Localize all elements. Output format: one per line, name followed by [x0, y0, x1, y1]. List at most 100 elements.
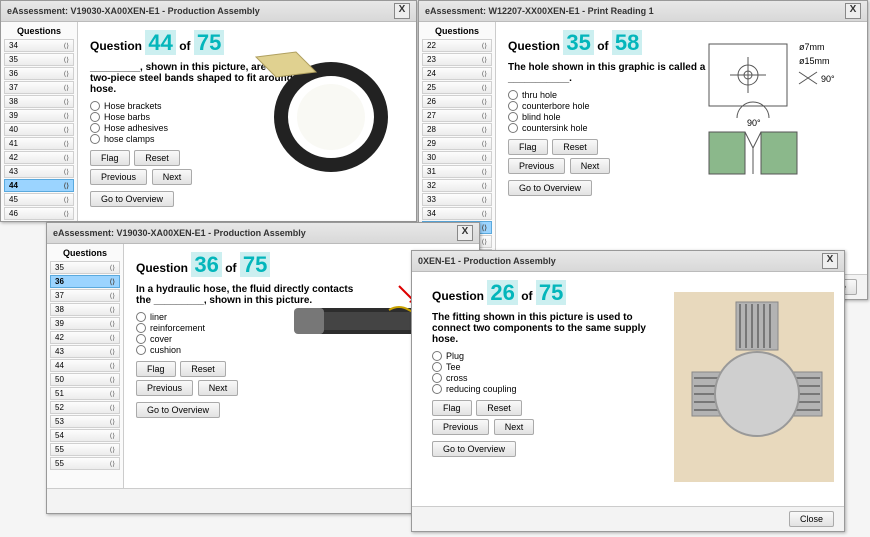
question-number: 41	[9, 139, 18, 148]
question-nav-item[interactable]: 39⟨⟩	[50, 317, 120, 330]
reset-button[interactable]: Reset	[180, 361, 226, 377]
question-number: 42	[9, 153, 18, 162]
question-nav-item[interactable]: 22⟨⟩	[422, 39, 492, 52]
status-icon: ⟨⟩	[64, 112, 69, 120]
question-nav-item[interactable]: 37⟨⟩	[4, 81, 74, 94]
reset-button[interactable]: Reset	[476, 400, 522, 416]
question-nav-item[interactable]: 33⟨⟩	[422, 193, 492, 206]
question-nav-item[interactable]: 51⟨⟩	[50, 387, 120, 400]
status-icon: ⟨⟩	[482, 224, 487, 232]
radio-icon	[508, 123, 518, 133]
svg-text:90°: 90°	[747, 118, 761, 128]
question-nav-item[interactable]: 23⟨⟩	[422, 53, 492, 66]
status-icon: ⟨⟩	[482, 84, 487, 92]
question-number: 39	[9, 111, 18, 120]
question-nav-item[interactable]: 38⟨⟩	[50, 303, 120, 316]
question-nav-item[interactable]: 41⟨⟩	[4, 137, 74, 150]
window-title: eAssessment: W12207-XX00XEN-E1 - Print R…	[425, 6, 654, 16]
previous-button[interactable]: Previous	[136, 380, 193, 396]
status-icon: ⟨⟩	[110, 432, 115, 440]
question-nav-item[interactable]: 44⟨⟩	[4, 179, 74, 192]
question-nav-item[interactable]: 52⟨⟩	[50, 401, 120, 414]
question-nav-item[interactable]: 55⟨⟩	[50, 457, 120, 470]
status-icon: ⟨⟩	[482, 238, 487, 246]
question-nav-item[interactable]: 43⟨⟩	[50, 345, 120, 358]
question-nav-item[interactable]: 35⟨⟩	[4, 53, 74, 66]
question-nav-item[interactable]: 54⟨⟩	[50, 429, 120, 442]
close-icon[interactable]: X	[394, 3, 410, 19]
current-number: 36	[191, 252, 221, 277]
question-nav-item[interactable]: 46⟨⟩	[4, 207, 74, 220]
flag-button[interactable]: Flag	[90, 150, 130, 166]
question-nav-item[interactable]: 31⟨⟩	[422, 165, 492, 178]
question-nav-item[interactable]: 28⟨⟩	[422, 123, 492, 136]
question-nav-item[interactable]: 27⟨⟩	[422, 109, 492, 122]
status-icon: ⟨⟩	[64, 56, 69, 64]
next-button[interactable]: Next	[152, 169, 193, 185]
question-number: 37	[9, 83, 18, 92]
status-icon: ⟨⟩	[482, 196, 487, 204]
question-number: 24	[427, 69, 436, 78]
question-nav-item[interactable]: 32⟨⟩	[422, 179, 492, 192]
question-nav-item[interactable]: 43⟨⟩	[4, 165, 74, 178]
question-number: 23	[427, 55, 436, 64]
question-nav-item[interactable]: 34⟨⟩	[422, 207, 492, 220]
radio-icon	[90, 112, 100, 122]
question-nav-item[interactable]: 42⟨⟩	[50, 331, 120, 344]
question-nav-item[interactable]: 38⟨⟩	[4, 95, 74, 108]
question-nav-item[interactable]: 44⟨⟩	[50, 359, 120, 372]
overview-button[interactable]: Go to Overview	[90, 191, 174, 207]
next-button[interactable]: Next	[198, 380, 239, 396]
radio-icon	[136, 345, 146, 355]
question-nav-item[interactable]: 29⟨⟩	[422, 137, 492, 150]
overview-button[interactable]: Go to Overview	[432, 441, 516, 457]
next-button[interactable]: Next	[570, 158, 611, 174]
overview-button[interactable]: Go to Overview	[508, 180, 592, 196]
question-nav-item[interactable]: 39 ⟨⟩	[4, 109, 74, 122]
question-number: 26	[427, 97, 436, 106]
question-nav-item[interactable]: 34⟨⟩	[4, 39, 74, 52]
radio-icon	[136, 323, 146, 333]
question-nav-item[interactable]: 50⟨⟩	[50, 373, 120, 386]
previous-button[interactable]: Previous	[90, 169, 147, 185]
question-nav-item[interactable]: 53⟨⟩	[50, 415, 120, 428]
radio-icon	[136, 312, 146, 322]
question-nav-item[interactable]: 25⟨⟩	[422, 81, 492, 94]
close-icon[interactable]: X	[457, 225, 473, 241]
current-number: 26	[487, 280, 517, 305]
overview-button[interactable]: Go to Overview	[136, 402, 220, 418]
close-icon[interactable]: X	[845, 3, 861, 19]
question-number: 29	[427, 139, 436, 148]
question-nav-item[interactable]: 36⟨⟩	[4, 67, 74, 80]
sidebar-title: Questions	[50, 248, 120, 258]
titlebar: eAssessment: V19030-XA00XEN-E1 - Product…	[1, 1, 416, 22]
status-icon: ⟨⟩	[110, 460, 115, 468]
radio-icon	[90, 123, 100, 133]
question-nav-item[interactable]: 26⟨⟩	[422, 95, 492, 108]
close-icon[interactable]: X	[822, 253, 838, 269]
question-nav-item[interactable]: 40⟨⟩	[4, 123, 74, 136]
next-button[interactable]: Next	[494, 419, 535, 435]
flag-button[interactable]: Flag	[432, 400, 472, 416]
tee-fitting-image	[674, 292, 834, 482]
question-nav-item[interactable]: 36⟨⟩	[50, 275, 120, 288]
radio-icon	[432, 362, 442, 372]
previous-button[interactable]: Previous	[432, 419, 489, 435]
flag-button[interactable]: Flag	[508, 139, 548, 155]
reset-button[interactable]: Reset	[134, 150, 180, 166]
question-nav-item[interactable]: 37⟨⟩	[50, 289, 120, 302]
status-icon: ⟨⟩	[110, 264, 115, 272]
status-icon: ⟨⟩	[110, 278, 115, 286]
question-nav-item[interactable]: 24⟨⟩	[422, 67, 492, 80]
question-nav-item[interactable]: 30⟨⟩	[422, 151, 492, 164]
radio-icon	[508, 90, 518, 100]
question-nav-item[interactable]: 42⟨⟩	[4, 151, 74, 164]
status-icon: ⟨⟩	[64, 98, 69, 106]
question-nav-item[interactable]: 45⟨⟩	[4, 193, 74, 206]
previous-button[interactable]: Previous	[508, 158, 565, 174]
question-nav-item[interactable]: 35⟨⟩	[50, 261, 120, 274]
close-button[interactable]: Close	[789, 511, 834, 527]
reset-button[interactable]: Reset	[552, 139, 598, 155]
flag-button[interactable]: Flag	[136, 361, 176, 377]
question-nav-item[interactable]: 55⟨⟩	[50, 443, 120, 456]
